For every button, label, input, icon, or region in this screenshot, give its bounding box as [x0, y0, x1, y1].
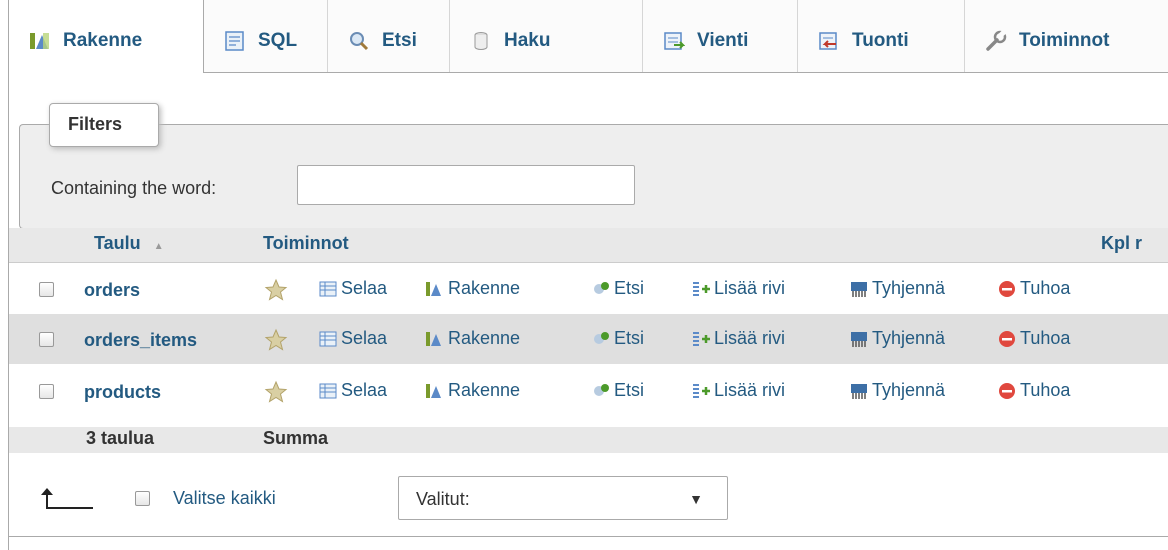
browse-action[interactable]: Selaa: [318, 328, 387, 349]
insert-row-icon: [693, 383, 710, 398]
structure-icon: [426, 281, 441, 296]
tab-structure[interactable]: Rakenne: [9, 0, 204, 73]
select-all-checkbox[interactable]: [135, 491, 150, 506]
favorite-star-icon[interactable]: [264, 380, 288, 404]
favorite-star-icon[interactable]: [264, 328, 288, 352]
search-icon: [594, 383, 609, 396]
tab-query[interactable]: Haku: [450, 0, 643, 72]
divider: [9, 536, 1168, 537]
search-icon: [594, 331, 609, 344]
drop-icon: [999, 330, 1015, 347]
header-kpl[interactable]: Kpl r: [1101, 233, 1142, 254]
drop-action[interactable]: Tuhoa: [997, 380, 1070, 401]
containing-word-label: Containing the word:: [51, 178, 217, 198]
search-action[interactable]: Etsi: [591, 328, 644, 349]
browse-icon: [319, 331, 337, 346]
export-icon: [664, 32, 685, 50]
empty-action[interactable]: Tyhjennä: [849, 278, 945, 299]
tab-label: Toiminnot: [1019, 30, 1110, 51]
filters-legend: Filters: [49, 103, 159, 147]
drop-icon: [999, 382, 1015, 399]
drop-icon: [999, 280, 1015, 297]
select-all-label[interactable]: Valitse kaikki: [173, 488, 276, 509]
row-checkbox[interactable]: [39, 332, 54, 347]
search-icon: [594, 281, 609, 294]
sum-label: Summa: [263, 428, 329, 448]
structure-action[interactable]: Rakenne: [425, 328, 520, 349]
table-header: Taulu ▲ Toiminnot Kpl r: [9, 228, 1168, 263]
browse-icon: [319, 281, 337, 296]
tab-operations[interactable]: Toiminnot: [965, 0, 1168, 72]
with-selected-dropdown[interactable]: Valitut: ▼: [398, 476, 728, 520]
browse-action[interactable]: Selaa: [318, 278, 387, 299]
sql-icon: [225, 31, 244, 51]
tab-label: Tuonti: [852, 30, 909, 51]
insert-row-icon: [693, 331, 710, 346]
tab-sql[interactable]: SQL: [204, 0, 328, 72]
empty-action[interactable]: Tyhjennä: [849, 328, 945, 349]
import-icon: [819, 32, 837, 50]
empty-icon: [851, 281, 867, 297]
insert-row-action[interactable]: Lisää rivi: [691, 328, 785, 349]
phpmyadmin-frame: Rakenne SQL Etsi Haku Vienti Tuonti Toim…: [8, 0, 1168, 550]
table-row: orders Selaa Rakenne Etsi Lisää rivi Tyh…: [9, 264, 1168, 314]
tab-label: Etsi: [382, 30, 417, 51]
table-name-link[interactable]: orders: [84, 280, 140, 301]
arrow-up-left-icon: [41, 488, 93, 509]
header-toiminnot: Toiminnot: [263, 233, 349, 253]
query-icon: [474, 32, 488, 50]
insert-row-action[interactable]: Lisää rivi: [691, 278, 785, 299]
search-icon: [350, 32, 369, 51]
structure-action[interactable]: Rakenne: [425, 380, 520, 401]
search-action[interactable]: Etsi: [591, 380, 644, 401]
table-name-link[interactable]: orders_items: [84, 330, 197, 351]
favorite-star-icon[interactable]: [264, 278, 288, 302]
search-action[interactable]: Etsi: [591, 278, 644, 299]
structure-icon: [426, 383, 441, 398]
insert-row-action[interactable]: Lisää rivi: [691, 380, 785, 401]
tab-label: Rakenne: [63, 30, 143, 51]
insert-row-icon: [693, 281, 710, 296]
tab-label: Vienti: [697, 30, 749, 51]
structure-icon: [426, 331, 441, 346]
drop-action[interactable]: Tuhoa: [997, 328, 1070, 349]
table-name-link[interactable]: products: [84, 382, 161, 403]
with-selected-value: Valitut:: [416, 489, 470, 509]
table-footer: 3 taulua Summa: [9, 427, 1168, 453]
tab-search[interactable]: Etsi: [328, 0, 450, 72]
table-count: 3 taulua: [86, 428, 155, 448]
browse-action[interactable]: Selaa: [318, 380, 387, 401]
sort-asc-icon: ▲: [153, 241, 164, 252]
tab-label: SQL: [258, 30, 298, 51]
row-checkbox[interactable]: [39, 282, 54, 297]
browse-icon: [319, 383, 337, 398]
row-checkbox[interactable]: [39, 384, 54, 399]
tab-export[interactable]: Vienti: [643, 0, 798, 72]
table-row: orders_items Selaa Rakenne Etsi Lisää ri…: [9, 314, 1168, 364]
empty-action[interactable]: Tyhjennä: [849, 380, 945, 401]
empty-icon: [851, 383, 867, 399]
empty-icon: [851, 331, 867, 347]
tab-import[interactable]: Tuonti: [798, 0, 965, 72]
structure-action[interactable]: Rakenne: [425, 278, 520, 299]
drop-action[interactable]: Tuhoa: [997, 278, 1070, 299]
wrench-icon: [986, 30, 1007, 51]
tab-bar: Rakenne SQL Etsi Haku Vienti Tuonti Toim…: [9, 0, 1168, 73]
containing-word-input[interactable]: [297, 165, 635, 205]
structure-icon: [30, 33, 49, 49]
chevron-down-icon: ▼: [689, 491, 703, 507]
table-row: products Selaa Rakenne Etsi Lisää rivi T…: [9, 366, 1168, 416]
header-taulu[interactable]: Taulu ▲: [94, 233, 164, 254]
tab-label: Haku: [504, 30, 551, 51]
